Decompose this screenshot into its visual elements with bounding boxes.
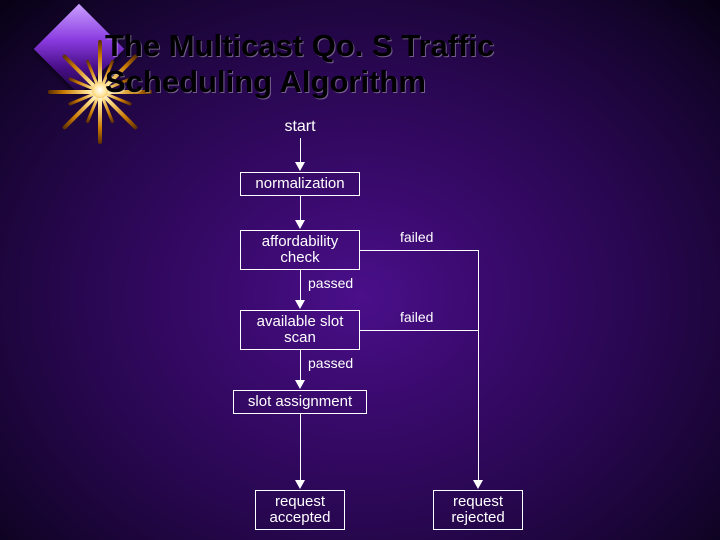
edge-aff-passed [300,270,301,300]
arrowhead-icon [295,480,305,489]
node-slot-assignment: slot assignment [233,390,367,414]
node-request-accepted: request accepted [255,490,345,530]
edge-aff-failed [360,250,478,251]
arrowhead-icon [295,300,305,309]
label-scan-passed: passed [308,355,353,371]
node-start: start [284,118,315,136]
node-request-rejected: request rejected [433,490,523,530]
arrowhead-icon [473,480,483,489]
edge-scan-failed [360,330,478,331]
node-slot-scan: available slot scan [240,310,360,350]
edge [300,196,301,220]
arrowhead-icon [295,220,305,229]
edge [478,250,479,480]
edge [300,138,301,162]
node-affordability: affordability check [240,230,360,270]
flowchart: start normalization affordability check … [0,0,720,540]
node-normalization: normalization [240,172,360,196]
edge [300,414,301,480]
label-aff-passed: passed [308,275,353,291]
label-aff-failed: failed [400,229,433,245]
label-scan-failed: failed [400,309,433,325]
arrowhead-icon [295,380,305,389]
arrowhead-icon [295,162,305,171]
edge-scan-passed [300,350,301,380]
